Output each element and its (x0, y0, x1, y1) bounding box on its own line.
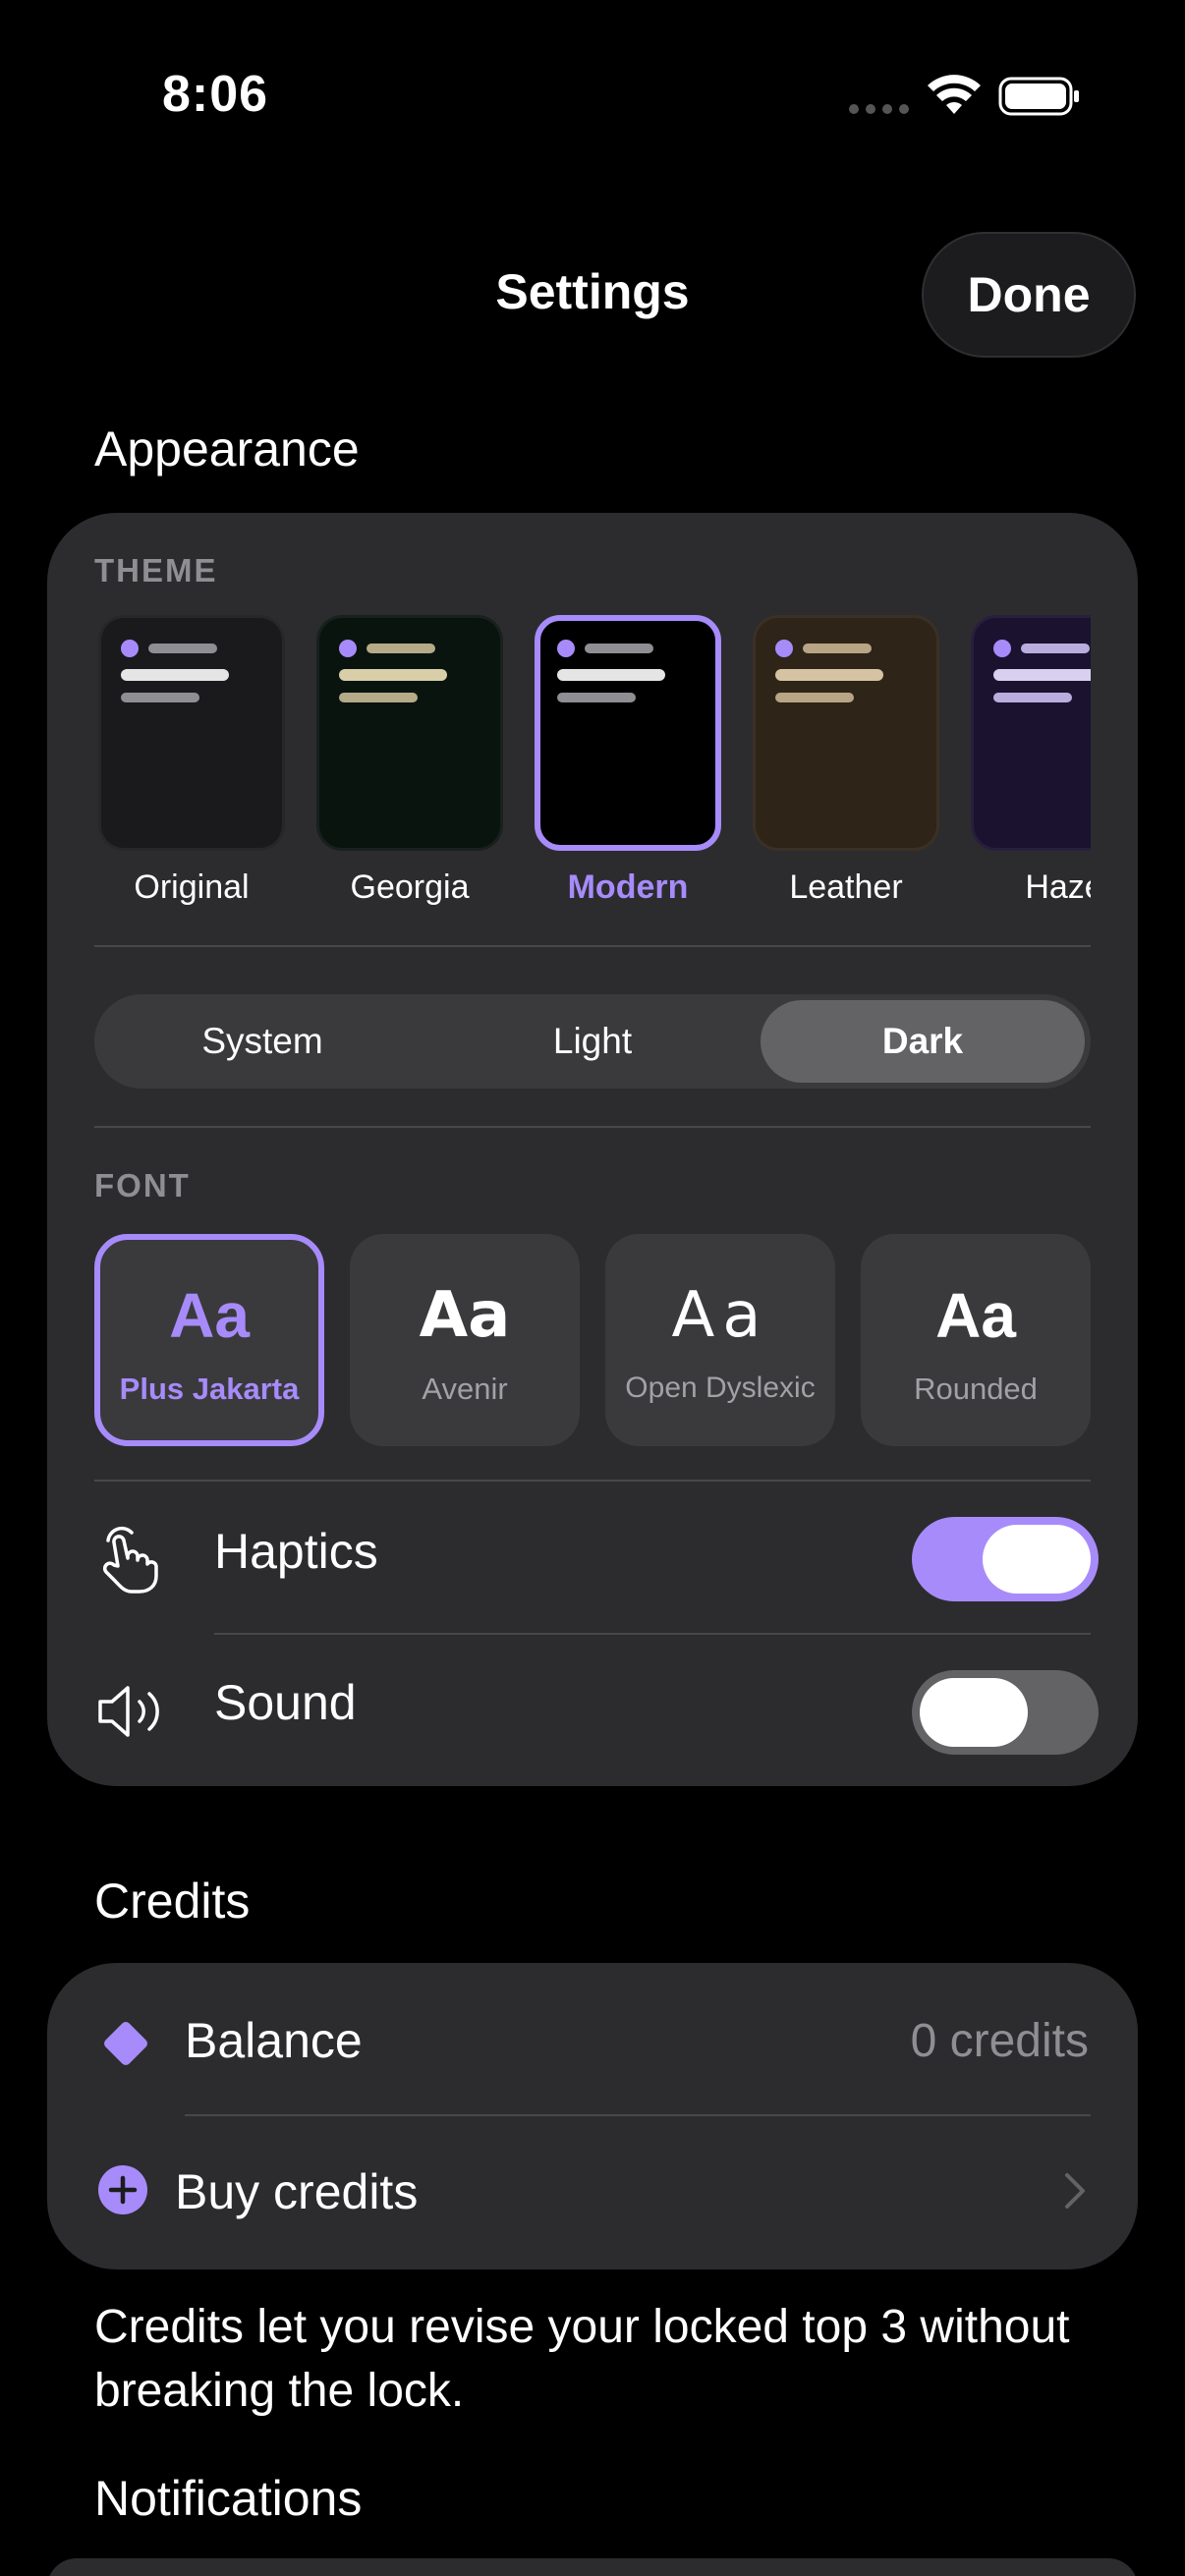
buy-credits-label: Buy credits (175, 2164, 419, 2219)
credits-footnote: Credits let you revise your locked top 3… (94, 2301, 1070, 2417)
theme-preview (98, 615, 285, 851)
segment-light[interactable]: Light (430, 1000, 755, 1083)
theme-leather[interactable]: Leather (753, 615, 939, 907)
font-open-dyslexic[interactable]: Aa Open Dyslexic (605, 1234, 835, 1446)
font-name: Avenir (422, 1372, 508, 1406)
appearance-mode-control[interactable]: System Light Dark (94, 994, 1091, 1089)
done-button[interactable]: Done (922, 232, 1136, 358)
font-sample: Aa (419, 1279, 511, 1352)
haptics-toggle[interactable] (912, 1517, 1099, 1601)
status-bar: 8:06 (0, 0, 1185, 196)
theme-label: THEME (94, 552, 218, 588)
theme-preview (753, 615, 939, 851)
font-plus-jakarta[interactable]: Aa Plus Jakarta (94, 1234, 324, 1446)
theme-name: Leather (789, 868, 903, 906)
balance-value: 0 credits (910, 2015, 1089, 2067)
segment-system[interactable]: System (100, 1000, 424, 1083)
theme-georgia[interactable]: Georgia (316, 615, 503, 907)
font-avenir[interactable]: Aa Avenir (350, 1234, 580, 1446)
status-time: 8:06 (162, 66, 269, 123)
chevron-right-icon (1065, 2173, 1085, 2209)
theme-original[interactable]: Original (98, 615, 285, 907)
theme-carousel[interactable]: Original Georgia Modern Leather Haze (94, 615, 1091, 910)
divider (94, 1480, 1091, 1482)
font-label: FONT (94, 1167, 191, 1204)
sound-label: Sound (214, 1675, 357, 1730)
segment-dark[interactable]: Dark (761, 1000, 1085, 1083)
font-rounded[interactable]: Aa Rounded (861, 1234, 1091, 1446)
font-name: Open Dyslexic (625, 1372, 816, 1404)
font-sample: Aa (671, 1279, 769, 1352)
sound-toggle[interactable] (912, 1670, 1099, 1755)
notifications-card (47, 2558, 1138, 2576)
theme-preview (535, 615, 721, 851)
divider (185, 2114, 1091, 2116)
diamond-icon (104, 2022, 147, 2065)
hand-tap-icon (102, 1526, 158, 1594)
balance-label: Balance (185, 2013, 363, 2068)
speaker-icon (98, 1686, 159, 1737)
font-name: Plus Jakarta (119, 1372, 300, 1406)
theme-name: Georgia (350, 868, 470, 906)
theme-name: Modern (567, 868, 689, 906)
wifi-icon (928, 75, 981, 114)
theme-name: Haze (1025, 868, 1091, 906)
divider (214, 1633, 1091, 1635)
notifications-section-title: Notifications (94, 2471, 363, 2526)
font-sample: Aa (169, 1280, 250, 1351)
theme-preview (971, 615, 1091, 851)
signal-dots-icon (849, 104, 909, 114)
plus-circle-icon (98, 2165, 147, 2214)
haptics-label: Haptics (214, 1524, 378, 1579)
battery-icon (998, 77, 1079, 116)
theme-name: Original (134, 868, 250, 906)
theme-modern[interactable]: Modern (535, 615, 721, 907)
theme-haze[interactable]: Haze (971, 615, 1091, 907)
appearance-card: THEME Original Georgia Modern Leather Ha… (47, 513, 1138, 1786)
theme-preview (316, 615, 503, 851)
credits-card: Balance 0 credits Buy credits (47, 1963, 1138, 2269)
font-name: Rounded (914, 1372, 1038, 1406)
buy-credits-row[interactable]: Buy credits (47, 2120, 1138, 2268)
font-sample: Aa (935, 1280, 1016, 1351)
divider (94, 945, 1091, 947)
divider (94, 1126, 1091, 1128)
credits-section-title: Credits (94, 1874, 251, 1929)
appearance-section-title: Appearance (94, 421, 360, 476)
